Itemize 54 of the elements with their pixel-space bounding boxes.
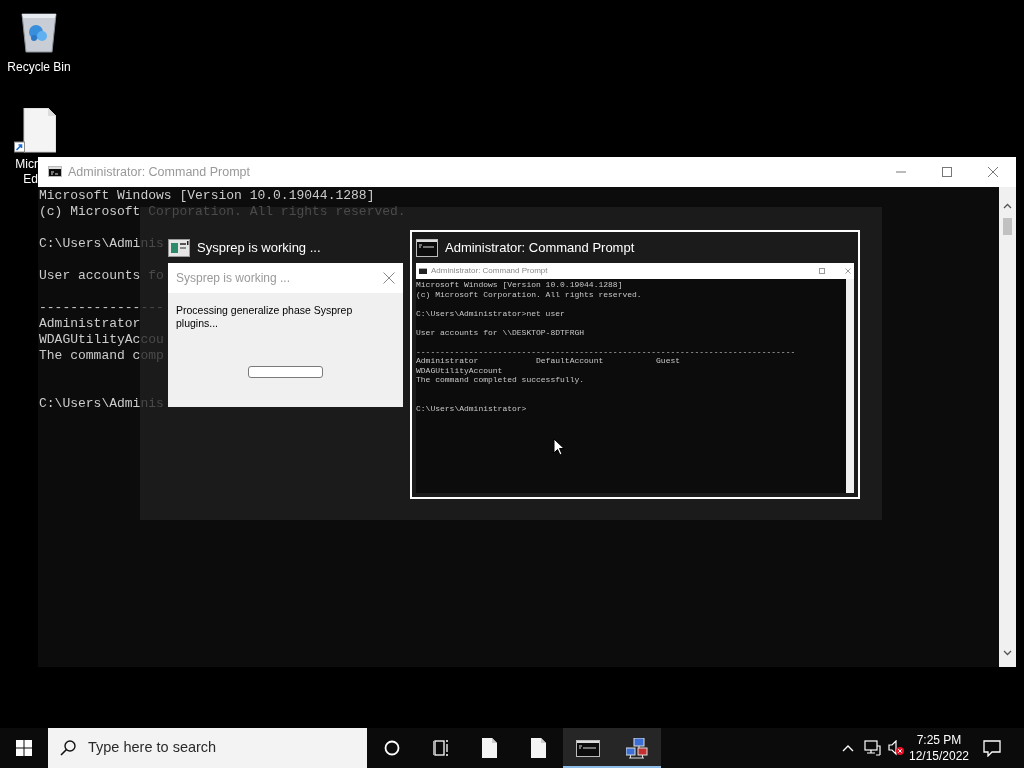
console-line: WDAGUtilityAccount (416, 365, 503, 375)
window-title: Administrator: Command Prompt (68, 163, 250, 181)
console-icon (419, 268, 427, 274)
document-icon (530, 738, 547, 758)
console-line: C:\Users\Administrator>net user (416, 308, 565, 318)
icon-label[interactable]: Micr Ed (0, 157, 38, 187)
document-icon (481, 738, 498, 758)
chevron-up-icon[interactable] (842, 743, 854, 753)
clock-time[interactable]: 7:25 PM (916, 732, 962, 748)
item-title: Sysprep is working ... (197, 239, 321, 258)
task-switcher-item[interactable]: Sysprep is working ... Sysprep is working ... Processing generalize phase Sysprep plugins... (162, 230, 409, 413)
task-view-icon[interactable] (432, 740, 449, 756)
maximize-icon (819, 268, 825, 274)
task-switcher-item[interactable] (410, 230, 860, 499)
clock-date[interactable]: 12/15/2022 (908, 748, 970, 764)
networked-computers-icon (625, 737, 648, 759)
network-icon[interactable] (863, 740, 881, 756)
console-line: The command completed successfully. (416, 375, 585, 384)
dialog-title: Sysprep is working ... (176, 270, 291, 287)
circle-icon[interactable] (383, 740, 400, 756)
document-shortcut-icon[interactable] (14, 108, 56, 154)
item-title: Administrator: Command Prompt (445, 239, 635, 258)
windows-logo-icon[interactable] (16, 740, 32, 756)
close-icon (383, 272, 395, 284)
console-line: User accounts for \\DESKTOP-8DTFRGH (416, 327, 585, 337)
console-line: ---------------- (39, 300, 164, 315)
dialog-message: Processing generalize phase Sysprep plugins... (175, 303, 354, 330)
scroll-up-icon[interactable] (1003, 203, 1012, 209)
search-field[interactable]: Type here to search (48, 728, 367, 768)
console-icon (575, 739, 600, 757)
taskbar-app-button[interactable] (563, 728, 612, 768)
console-line: Microsoft Windows [Version 10.0.19044.1288] (39, 188, 375, 203)
taskbar-app-button[interactable] (612, 728, 661, 768)
mouse-cursor-icon (553, 438, 565, 456)
close-icon[interactable] (988, 167, 998, 177)
scroll-thumb[interactable] (1003, 218, 1012, 235)
close-icon (845, 268, 851, 274)
notification-icon[interactable] (983, 739, 1001, 757)
console-line: Administrator DefaultAccount Guest (416, 356, 681, 365)
console-line: C:\Users\Administrator> (416, 403, 527, 413)
program-window-icon (168, 239, 190, 257)
console-line: Administrator (39, 316, 141, 331)
window-title: Administrator: Command Prompt (431, 265, 549, 277)
maximize-icon[interactable] (942, 167, 952, 177)
search-icon (60, 740, 76, 756)
volume-icon[interactable] (887, 740, 905, 756)
icon-label[interactable]: Recycle Bin (0, 60, 78, 75)
scroll-down-icon[interactable] (1003, 650, 1012, 656)
console-icon (48, 166, 62, 177)
console-line: (c) Microsoft Corporation. All rights reserved. (416, 289, 642, 299)
console-icon (416, 239, 438, 257)
console-line: Microsoft Windows [Version 10.0.19044.1288] (416, 280, 623, 289)
scrollbar[interactable] (999, 187, 1016, 667)
console-line: ------------------------------------------------------------------------------- (416, 346, 796, 356)
